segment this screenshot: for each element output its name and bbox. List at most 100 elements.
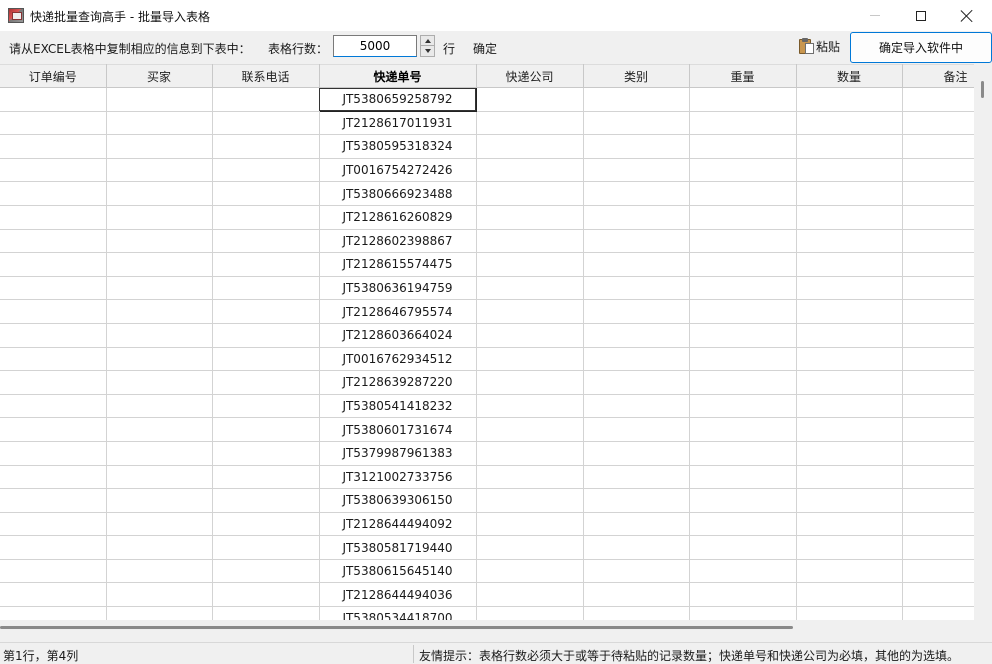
grid-cell[interactable] [583,465,690,490]
grid-cell[interactable] [902,158,974,183]
grid-cell[interactable] [212,87,320,112]
tracking-number-cell[interactable]: JT2128616260829 [319,205,477,230]
grid-cell[interactable] [583,134,690,159]
grid-cell[interactable] [212,535,320,560]
grid-cell[interactable] [0,417,107,442]
grid-cell[interactable] [476,134,584,159]
column-header[interactable]: 数量 [796,64,903,88]
grid-cell[interactable] [212,347,320,372]
spin-down-button[interactable] [421,46,434,56]
grid-cell[interactable] [212,299,320,324]
grid-cell[interactable] [583,87,690,112]
grid-cell[interactable] [796,229,903,254]
grid-cell[interactable] [0,347,107,372]
grid-cell[interactable] [796,181,903,206]
grid-cell[interactable] [106,229,213,254]
grid-cell[interactable] [106,205,213,230]
grid-cell[interactable] [0,111,107,136]
grid-cell[interactable] [796,299,903,324]
column-header[interactable]: 买家 [106,64,213,88]
grid-cell[interactable] [212,205,320,230]
confirm-rows-button[interactable]: 确定 [473,40,497,57]
grid-cell[interactable] [106,299,213,324]
grid-cell[interactable] [689,229,797,254]
grid-cell[interactable] [212,512,320,537]
grid-cell[interactable] [106,582,213,608]
grid-cell[interactable] [212,488,320,513]
grid-cell[interactable] [902,252,974,277]
vertical-scrollbar[interactable] [974,64,992,620]
grid-cell[interactable] [476,276,584,301]
grid-cell[interactable] [476,252,584,277]
grid-cell[interactable] [106,323,213,348]
grid-cell[interactable] [689,417,797,442]
close-button[interactable] [944,0,990,31]
grid-cell[interactable] [583,111,690,136]
grid-cell[interactable] [212,158,320,183]
grid-cell[interactable] [902,299,974,324]
paste-button[interactable]: 粘贴 [799,38,840,55]
grid-cell[interactable] [106,347,213,372]
grid-cell[interactable] [0,229,107,254]
grid-cell[interactable] [0,181,107,206]
tracking-number-cell[interactable]: JT2128615574475 [319,252,477,277]
data-grid[interactable]: 订单编号 买家 联系电话 快递单号 快递公司 类别 重量 数量 备注 JT53806592587… [0,64,974,620]
grid-cell[interactable] [583,181,690,206]
grid-cell[interactable] [902,559,974,584]
grid-cell[interactable] [0,158,107,183]
grid-cell[interactable] [796,535,903,560]
grid-cell[interactable] [796,394,903,419]
tracking-number-cell[interactable]: JT5380615645140 [319,559,477,584]
grid-cell[interactable] [796,111,903,136]
grid-cell[interactable] [106,417,213,442]
grid-cell[interactable] [106,252,213,277]
grid-cell[interactable] [106,394,213,419]
grid-cell[interactable] [689,134,797,159]
grid-cell[interactable] [476,229,584,254]
grid-cell[interactable] [583,276,690,301]
grid-cell[interactable] [476,347,584,372]
tracking-number-cell[interactable]: JT0016754272426 [319,158,477,183]
grid-cell[interactable] [902,535,974,560]
grid-cell[interactable] [212,276,320,301]
grid-cell[interactable] [583,394,690,419]
grid-cell[interactable] [0,299,107,324]
grid-cell[interactable] [476,488,584,513]
grid-cell[interactable] [689,559,797,584]
grid-cell[interactable] [583,512,690,537]
grid-cell[interactable] [212,417,320,442]
grid-cell[interactable] [902,229,974,254]
grid-cell[interactable] [212,134,320,159]
tracking-number-cell[interactable]: JT2128603664024 [319,323,477,348]
tracking-number-cell[interactable]: JT2128602398867 [319,229,477,254]
grid-cell[interactable] [476,394,584,419]
grid-cell[interactable] [0,394,107,419]
grid-cell[interactable] [106,276,213,301]
grid-cell[interactable] [689,606,797,620]
import-button[interactable]: 确定导入软件中 [850,32,992,63]
grid-cell[interactable] [476,559,584,584]
grid-cell[interactable] [0,323,107,348]
grid-cell[interactable] [796,465,903,490]
grid-cell[interactable] [583,488,690,513]
minimize-button[interactable] [852,0,898,31]
grid-cell[interactable] [106,512,213,537]
rows-count-input[interactable] [333,35,417,57]
grid-cell[interactable] [902,465,974,490]
grid-cell[interactable] [0,559,107,584]
grid-cell[interactable] [796,252,903,277]
grid-cell[interactable] [902,512,974,537]
tracking-number-cell[interactable]: JT5380541418232 [319,394,477,419]
grid-cell[interactable] [476,158,584,183]
tracking-number-cell[interactable]: JT2128644494092 [319,512,477,537]
grid-cell[interactable] [106,111,213,136]
grid-cell[interactable] [796,417,903,442]
grid-cell[interactable] [796,606,903,620]
tracking-number-cell[interactable]: JT3121002733756 [319,465,477,490]
grid-cell[interactable] [106,559,213,584]
grid-cell[interactable] [583,441,690,466]
grid-cell[interactable] [689,582,797,608]
grid-cell[interactable] [476,370,584,395]
grid-cell[interactable] [106,158,213,183]
grid-cell[interactable] [796,512,903,537]
